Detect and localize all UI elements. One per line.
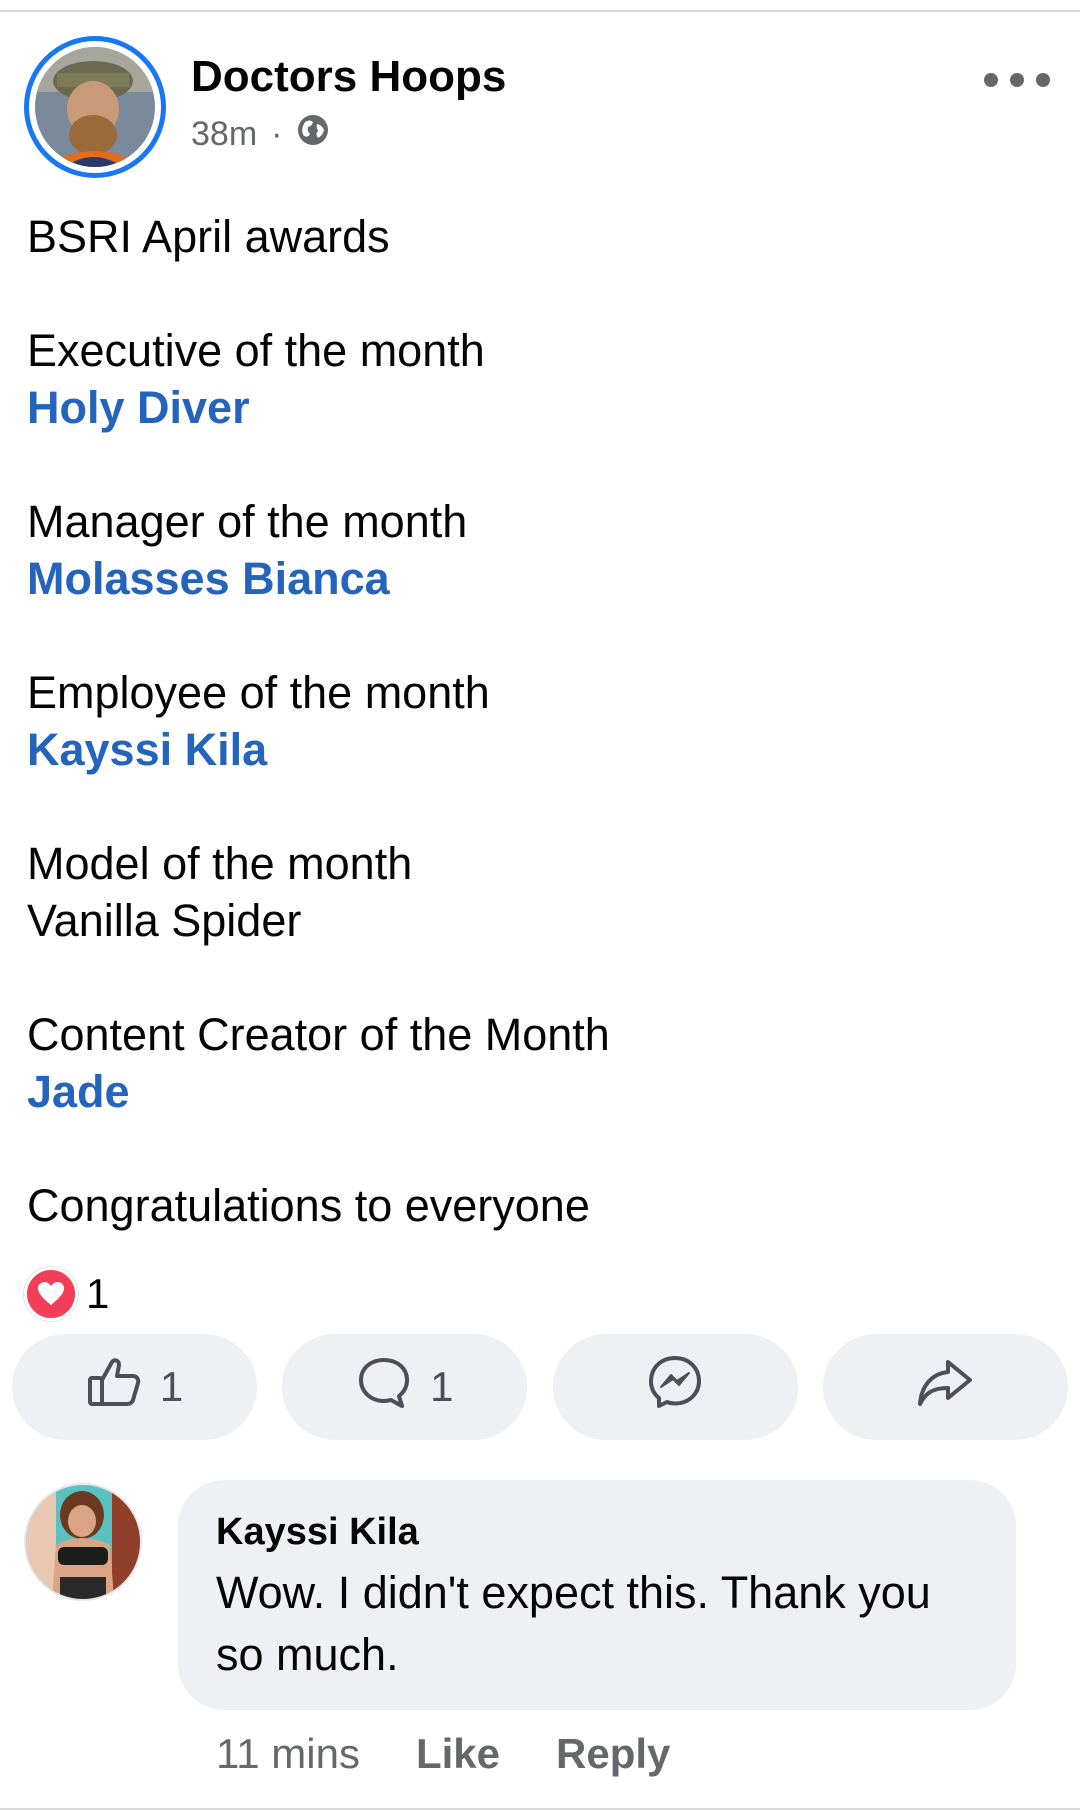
- post-text-line: Employee of the month: [27, 667, 490, 718]
- post-text-line: Content Creator of the Month: [27, 1009, 610, 1060]
- comment-bubble[interactable]: Kayssi Kila Wow. I didn't expect this. T…: [178, 1480, 1016, 1710]
- comment-button[interactable]: 1: [282, 1334, 528, 1440]
- reaction-summary[interactable]: 1: [24, 1267, 109, 1321]
- tagged-user-link[interactable]: Molasses Bianca: [27, 550, 1047, 607]
- tagged-user-link[interactable]: Jade: [27, 1063, 1047, 1120]
- post-timestamp[interactable]: 38m: [191, 115, 257, 154]
- post-text-line: Model of the month: [27, 838, 413, 889]
- share-arrow-icon: [916, 1356, 974, 1418]
- globe-icon: [296, 113, 330, 156]
- more-dot-icon: [984, 73, 998, 87]
- post-meta: 38m ·: [191, 113, 330, 156]
- comment-meta: 11 mins Like Reply: [216, 1730, 670, 1778]
- messenger-icon: [646, 1353, 704, 1421]
- thumbs-up-icon: [86, 1354, 142, 1420]
- post-text-line: Congratulations to everyone: [27, 1180, 590, 1231]
- comment-text-line: Wow. I didn't expect this. Thank you: [216, 1567, 931, 1618]
- more-dot-icon: [1036, 73, 1050, 87]
- post-text-line: Vanilla Spider: [27, 895, 302, 946]
- post-body: BSRI April awards Executive of the month H…: [27, 208, 1047, 1234]
- comment-count: 1: [430, 1363, 454, 1410]
- messenger-share-button[interactable]: [552, 1334, 798, 1440]
- tagged-user-link[interactable]: Holy Diver: [27, 379, 1047, 436]
- like-count: 1: [159, 1363, 184, 1410]
- share-button[interactable]: [822, 1334, 1068, 1440]
- commenter-avatar[interactable]: [24, 1483, 142, 1601]
- heart-icon: [24, 1267, 78, 1321]
- post-text-line: BSRI April awards: [27, 211, 390, 262]
- reaction-count: 1: [86, 1270, 110, 1317]
- more-dot-icon: [1010, 73, 1024, 87]
- post-text-line: Manager of the month: [27, 496, 468, 547]
- comment-icon: [356, 1354, 412, 1420]
- more-options-button[interactable]: [984, 60, 1050, 100]
- comment-reply-button[interactable]: Reply: [556, 1730, 670, 1778]
- commenter-name[interactable]: Kayssi Kila: [216, 1508, 978, 1556]
- comment-text-line: so much.: [216, 1629, 399, 1680]
- top-divider: [0, 10, 1080, 12]
- post-author-name[interactable]: Doctors Hoops: [191, 52, 506, 102]
- tagged-user-link[interactable]: Kayssi Kila: [27, 721, 1047, 778]
- post-actions: 1 1: [12, 1334, 1068, 1440]
- comment-timestamp: 11 mins: [216, 1730, 360, 1777]
- comment-like-button[interactable]: Like: [416, 1730, 500, 1778]
- author-avatar-image: [35, 47, 155, 167]
- like-button[interactable]: 1: [12, 1334, 257, 1440]
- meta-separator: ·: [271, 115, 283, 153]
- post-text-line: Executive of the month: [27, 325, 485, 376]
- comment-text: Wow. I didn't expect this. Thank you so …: [216, 1562, 978, 1686]
- author-avatar[interactable]: [24, 36, 166, 178]
